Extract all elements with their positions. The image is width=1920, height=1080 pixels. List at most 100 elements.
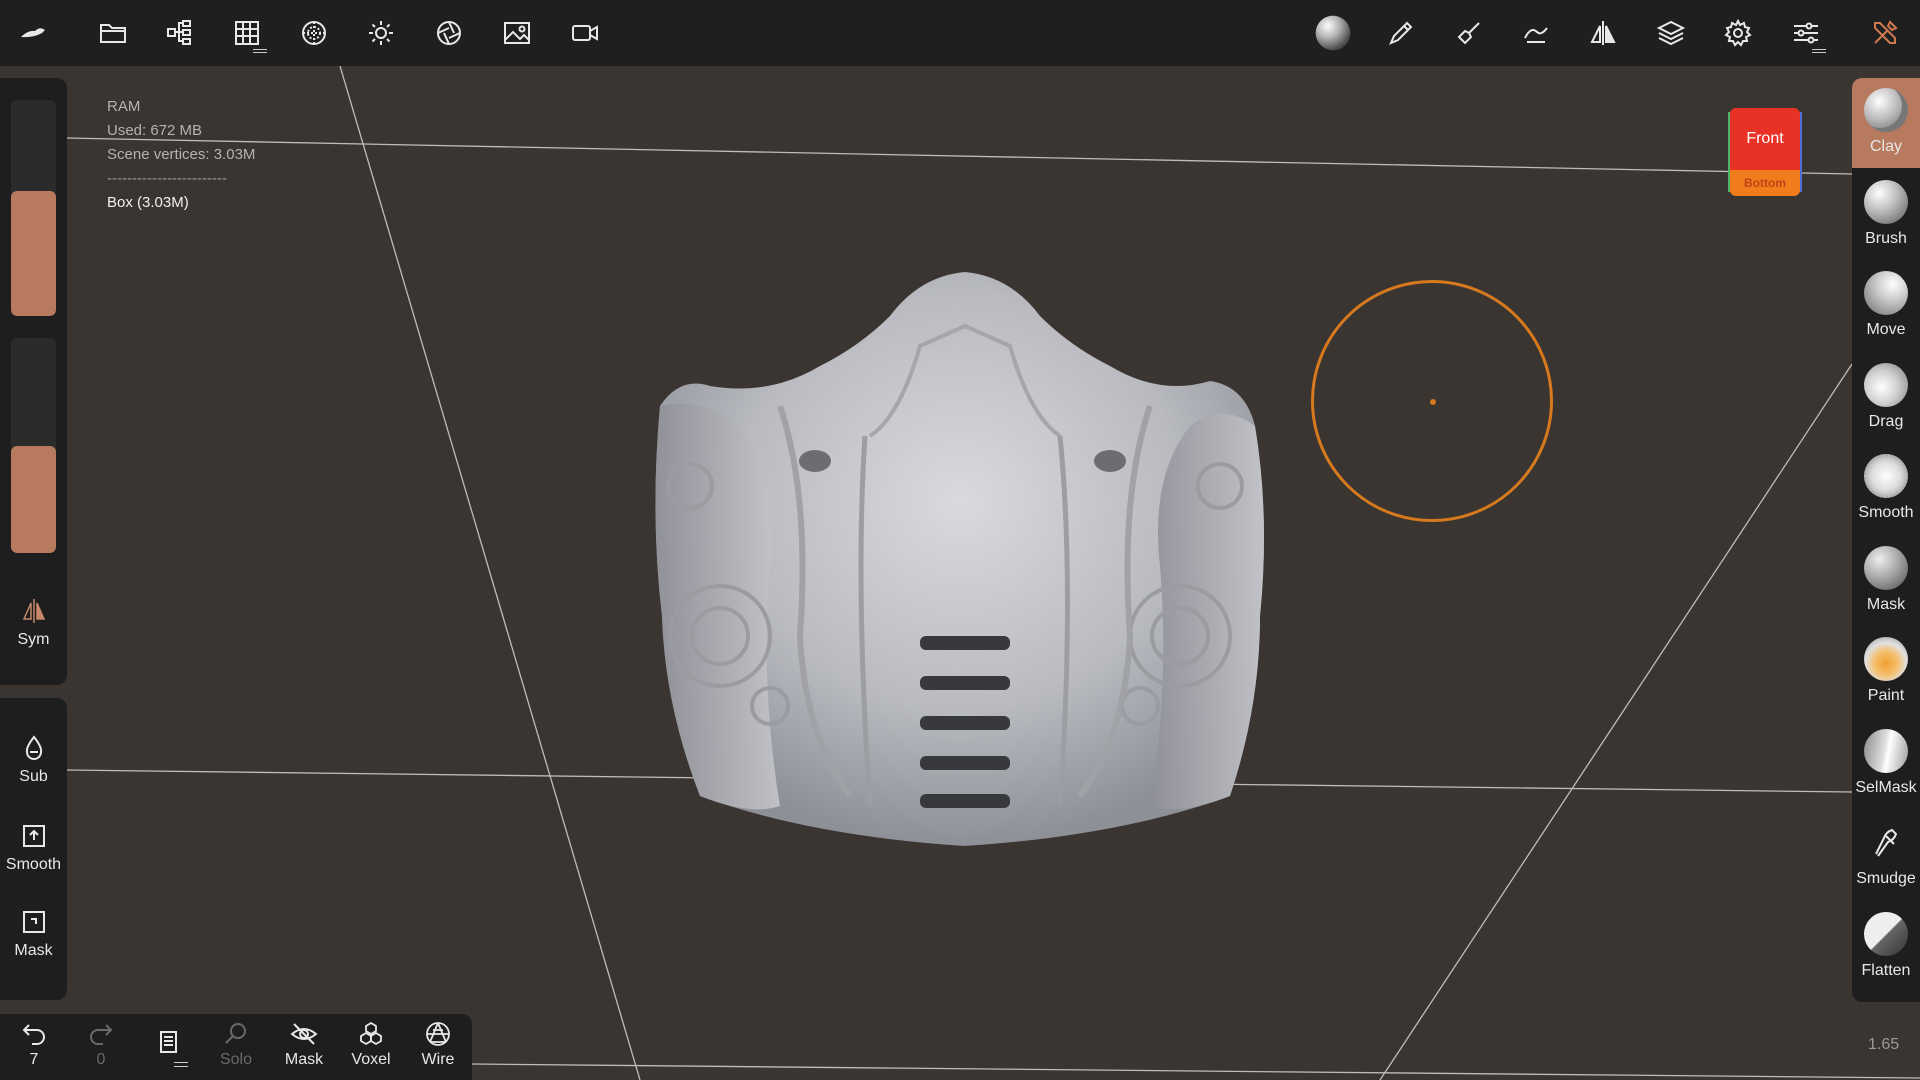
cubes-icon <box>360 1021 382 1046</box>
scene-tree-button[interactable] <box>158 11 202 55</box>
wireframe-icon <box>426 1022 450 1046</box>
mask-visibility-button[interactable]: Mask <box>274 1020 334 1069</box>
tool-selmask[interactable]: SelMask <box>1852 719 1920 809</box>
bottom-toolbar: 7 0 Solo Mask Voxel Wire <box>0 1014 472 1080</box>
tool-paint[interactable]: Paint <box>1852 627 1920 717</box>
files-button[interactable] <box>91 11 135 55</box>
brush-cursor-center <box>1430 399 1436 405</box>
layers-icon <box>1656 20 1686 46</box>
mask-box-icon <box>22 911 45 933</box>
view-cube[interactable]: Front Bottom <box>1728 106 1802 198</box>
clay-tool-icon <box>1864 88 1908 132</box>
post-process-button[interactable] <box>427 11 471 55</box>
background-button[interactable] <box>495 11 539 55</box>
matcap-preview-icon <box>1315 15 1351 51</box>
tool-drag[interactable]: Drag <box>1852 353 1920 443</box>
sun-icon <box>369 21 393 45</box>
tools-button[interactable] <box>1863 11 1907 55</box>
solo-button[interactable]: Solo <box>206 1020 266 1069</box>
smooth-tool-icon <box>1864 454 1908 498</box>
video-camera-icon <box>572 25 598 41</box>
radius-slider-fill <box>11 190 56 316</box>
undo-icon <box>22 1024 45 1045</box>
tool-move-label: Move <box>1866 321 1906 338</box>
view-cube-front-face[interactable]: Front <box>1730 108 1800 170</box>
material-button[interactable] <box>292 11 336 55</box>
3d-viewport[interactable] <box>0 66 1920 1080</box>
drop-icon <box>25 735 42 760</box>
tool-mask[interactable]: Mask <box>1852 536 1920 626</box>
smooth-shortcut[interactable]: Smooth <box>0 822 67 874</box>
scene-vertices: Scene vertices: 3.03M <box>107 146 256 163</box>
sub-toggle[interactable]: Sub <box>0 734 67 786</box>
material-preview-button[interactable] <box>1311 11 1355 55</box>
ram-label: RAM <box>107 98 141 115</box>
tool-flatten-label: Flatten <box>1861 962 1911 979</box>
matcap-sphere-icon <box>302 21 326 45</box>
app-menu-button[interactable] <box>11 11 55 55</box>
lighting-button[interactable] <box>359 11 403 55</box>
symmetry-icon <box>22 599 45 623</box>
magnifier-icon <box>225 1023 246 1044</box>
interface-button[interactable] <box>1784 11 1828 55</box>
mask-shortcut[interactable]: Mask <box>0 908 67 960</box>
document-icon <box>160 1031 177 1053</box>
intensity-slider-fill <box>11 445 56 553</box>
voxel-button[interactable]: Voxel <box>341 1020 401 1069</box>
tool-move[interactable]: Move <box>1852 261 1920 351</box>
mask-label: Mask <box>14 942 53 959</box>
flatten-tool-icon <box>1864 912 1908 956</box>
tool-smooth-label: Smooth <box>1858 504 1914 521</box>
settings-button[interactable] <box>1716 11 1760 55</box>
gear-icon <box>1724 18 1752 47</box>
paint-settings-button[interactable] <box>1447 11 1491 55</box>
tool-clay[interactable]: Clay <box>1852 78 1920 168</box>
undo-count: 7 <box>29 1051 39 1068</box>
tool-smudge[interactable]: Smudge <box>1852 810 1920 900</box>
view-cube-bottom-face[interactable]: Bottom <box>1730 170 1800 196</box>
smooth-label: Smooth <box>5 856 62 873</box>
tool-selmask-label: SelMask <box>1855 779 1917 796</box>
sym-toggle[interactable]: Sym <box>0 597 67 649</box>
solo-label: Solo <box>219 1051 253 1068</box>
image-icon <box>504 22 530 44</box>
hand-stroke-icon <box>1524 27 1548 43</box>
paint-brush-icon <box>1457 22 1480 45</box>
tool-flatten[interactable]: Flatten <box>1852 902 1920 992</box>
drag-tool-icon <box>1864 363 1908 407</box>
stroke-button[interactable] <box>1379 11 1423 55</box>
symmetry-icon <box>1590 21 1616 45</box>
tool-brush-label: Brush <box>1865 230 1907 247</box>
redo-icon <box>90 1024 113 1045</box>
brush-tool-icon <box>1864 180 1908 224</box>
tools-panel: Clay Brush Move Drag Smooth Mask Paint S… <box>1852 78 1920 1002</box>
wireframe-button[interactable]: Wire <box>408 1020 468 1069</box>
info-separator: ------------------------ <box>107 170 227 187</box>
folder-icon <box>100 24 126 43</box>
tool-smooth[interactable]: Smooth <box>1852 444 1920 534</box>
intensity-slider[interactable] <box>11 338 56 553</box>
alpha-button[interactable] <box>1514 11 1558 55</box>
brush-cursor <box>1311 280 1553 522</box>
wire-label: Wire <box>421 1051 455 1068</box>
topology-button[interactable] <box>225 11 269 55</box>
history-button[interactable] <box>138 1028 198 1067</box>
grid-icon <box>235 21 259 45</box>
left-panel: Sym <box>0 78 67 685</box>
pen-icon <box>1389 21 1413 45</box>
undo-button[interactable]: 7 <box>4 1020 64 1069</box>
scene-info: RAM Used: 672 MB Scene vertices: 3.03M -… <box>107 95 255 215</box>
sculpt-mesh[interactable] <box>620 236 1280 856</box>
layers-button[interactable] <box>1649 11 1693 55</box>
top-toolbar <box>0 0 1920 66</box>
selmask-tool-icon <box>1864 729 1908 773</box>
active-object[interactable]: Box (3.03M) <box>107 191 255 215</box>
tool-brush[interactable]: Brush <box>1852 170 1920 260</box>
symmetry-button[interactable] <box>1581 11 1625 55</box>
radius-slider[interactable] <box>11 100 56 316</box>
camera-button[interactable] <box>563 11 607 55</box>
ram-used: Used: 672 MB <box>107 122 203 139</box>
mask-label: Mask <box>284 1051 324 1068</box>
redo-button[interactable]: 0 <box>71 1020 131 1069</box>
move-tool-icon <box>1864 271 1908 315</box>
